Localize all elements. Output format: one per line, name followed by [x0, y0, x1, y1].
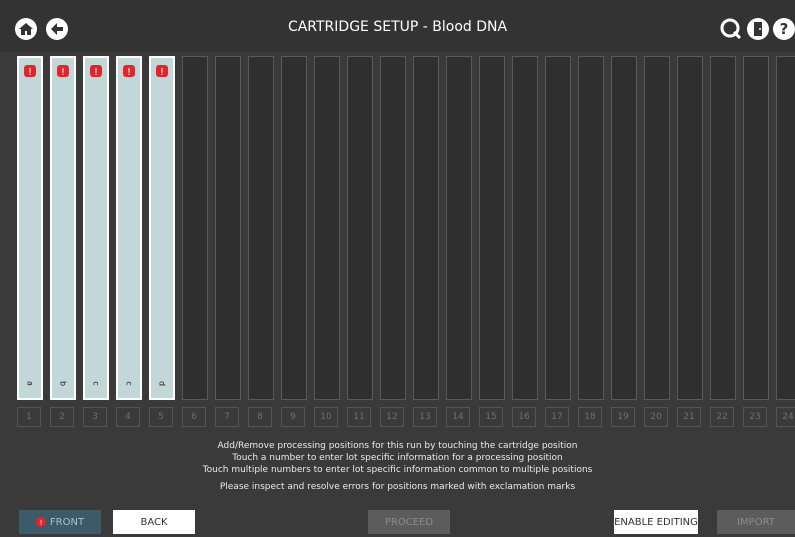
- warning-icon: !: [35, 517, 46, 527]
- position-number[interactable]: 16: [512, 407, 536, 427]
- position-number[interactable]: 7: [215, 407, 239, 427]
- cartridge-slot[interactable]: ! b: [50, 56, 76, 400]
- position-number[interactable]: 18: [578, 407, 602, 427]
- slot-label: c: [91, 381, 101, 386]
- instruction-line: Please inspect and resolve errors for po…: [219, 482, 576, 492]
- warning-icon: !: [123, 65, 135, 78]
- instruction-line: Touch a number to enter lot specific inf…: [232, 453, 563, 463]
- import-button[interactable]: IMPORT: [717, 510, 795, 534]
- position-number[interactable]: 12: [380, 407, 404, 427]
- svg-text:!: !: [160, 67, 164, 78]
- position-number[interactable]: 9: [281, 407, 305, 427]
- instructions: Add/Remove processing positions for this…: [0, 440, 795, 493]
- position-number[interactable]: 20: [644, 407, 668, 427]
- cartridge-slot-empty[interactable]: [611, 56, 637, 400]
- cartridge-slot[interactable]: ! d: [149, 56, 175, 400]
- cartridge-slot-empty[interactable]: [677, 56, 703, 400]
- cartridge-slot-empty[interactable]: [479, 56, 505, 400]
- position-number[interactable]: 22: [710, 407, 734, 427]
- position-number[interactable]: 14: [446, 407, 470, 427]
- cartridge-slot-empty[interactable]: [347, 56, 373, 400]
- cartridge-slot-empty[interactable]: [380, 56, 406, 400]
- instruction-line: Touch multiple numbers to enter lot spec…: [202, 465, 593, 475]
- position-number[interactable]: 10: [314, 407, 338, 427]
- warning-icon: !: [90, 65, 102, 78]
- cartridge-slot-empty[interactable]: [644, 56, 670, 400]
- warning-icon: !: [24, 65, 36, 78]
- cartridge-slot[interactable]: ! a: [17, 56, 43, 400]
- cartridge-slot-empty[interactable]: [314, 56, 340, 400]
- proceed-button[interactable]: PROCEED: [368, 510, 450, 534]
- slot-label: b: [58, 380, 68, 387]
- warning-icon: !: [156, 65, 168, 78]
- front-button[interactable]: ! FRONT: [19, 510, 101, 534]
- cartridge-slot-empty[interactable]: [743, 56, 769, 400]
- help-icon[interactable]: ?: [772, 17, 795, 41]
- cartridge-slot-empty[interactable]: [710, 56, 736, 400]
- instruction-line: Add/Remove processing positions for this…: [217, 441, 578, 451]
- enable-editing-button[interactable]: ENABLE EDITING: [614, 510, 698, 534]
- top-bar: CARTRIDGE SETUP - Blood DNA ?: [0, 0, 795, 52]
- svg-text:?: ?: [780, 20, 789, 38]
- position-number[interactable]: 1: [17, 407, 41, 427]
- cartridge-slot-empty[interactable]: [281, 56, 307, 400]
- position-number[interactable]: 23: [743, 407, 767, 427]
- cartridge-slot[interactable]: ! c: [83, 56, 109, 400]
- position-number[interactable]: 17: [545, 407, 569, 427]
- slot-label: a: [25, 381, 35, 386]
- position-number[interactable]: 19: [611, 407, 635, 427]
- cartridge-slot[interactable]: ! c: [116, 56, 142, 400]
- position-number[interactable]: 2: [50, 407, 74, 427]
- position-number[interactable]: 15: [479, 407, 503, 427]
- position-number[interactable]: 8: [248, 407, 272, 427]
- page-title: CARTRIDGE SETUP - Blood DNA: [287, 19, 508, 35]
- search-scan-icon[interactable]: [719, 17, 743, 41]
- position-number[interactable]: 24: [776, 407, 795, 427]
- position-number[interactable]: 5: [149, 407, 173, 427]
- position-number[interactable]: 11: [347, 407, 371, 427]
- position-number[interactable]: 6: [182, 407, 206, 427]
- cartridge-area: ! a ! b ! c ! c ! d: [17, 56, 795, 402]
- front-button-label: FRONT: [49, 516, 85, 528]
- svg-text:!: !: [40, 519, 43, 527]
- svg-text:!: !: [127, 67, 131, 78]
- position-numbers: 1 2 3 4 5 6 7 8 9 10 11 12 13 14 15 16 1…: [17, 407, 795, 429]
- position-number[interactable]: 13: [413, 407, 437, 427]
- slot-label: d: [157, 380, 167, 387]
- cartridge-slot-empty[interactable]: [182, 56, 208, 400]
- door-icon[interactable]: [746, 17, 770, 41]
- cartridge-slot-empty[interactable]: [545, 56, 571, 400]
- cartridge-slot-empty[interactable]: [215, 56, 241, 400]
- svg-text:!: !: [94, 67, 98, 78]
- svg-text:!: !: [28, 67, 32, 78]
- position-number[interactable]: 4: [116, 407, 140, 427]
- back-button[interactable]: BACK: [113, 510, 195, 534]
- position-number[interactable]: 3: [83, 407, 107, 427]
- cartridge-slot-empty[interactable]: [413, 56, 439, 400]
- warning-icon: !: [57, 65, 69, 78]
- cartridge-slot-empty[interactable]: [776, 56, 795, 400]
- cartridge-slot-empty[interactable]: [248, 56, 274, 400]
- cartridge-slot-empty[interactable]: [512, 56, 538, 400]
- slot-label: c: [124, 381, 134, 386]
- cartridge-slot-empty[interactable]: [446, 56, 472, 400]
- svg-text:!: !: [61, 67, 65, 78]
- cartridge-slot-empty[interactable]: [578, 56, 604, 400]
- position-number[interactable]: 21: [677, 407, 701, 427]
